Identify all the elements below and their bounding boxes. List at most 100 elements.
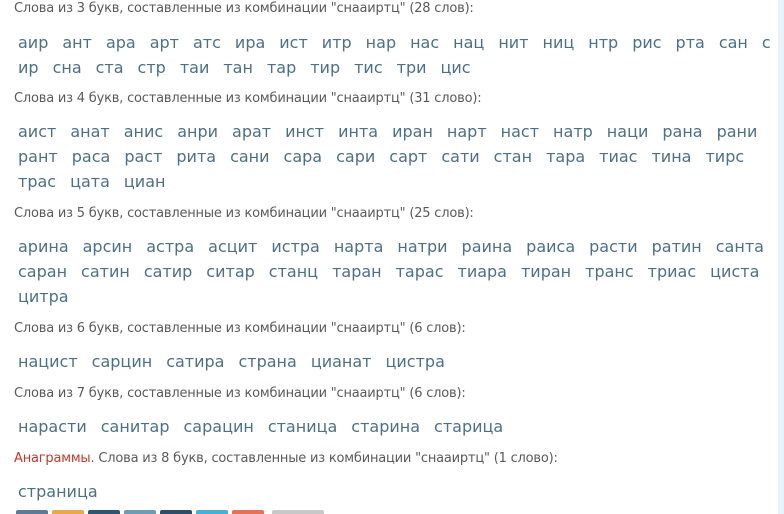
word-link[interactable]: итр <box>319 30 355 55</box>
word-link[interactable]: цата <box>67 169 113 194</box>
word-link[interactable]: транс <box>582 259 637 284</box>
word-link[interactable]: стр <box>135 55 169 80</box>
anagram-link[interactable]: Анаграммы <box>14 451 91 466</box>
word-link[interactable]: иран <box>389 119 436 144</box>
word-link[interactable]: сан <box>716 30 751 55</box>
word-link[interactable]: тиран <box>518 259 574 284</box>
word-link[interactable]: асцит <box>205 234 260 259</box>
word-link[interactable]: ир <box>15 55 42 80</box>
word-link[interactable]: инта <box>335 119 381 144</box>
word-link[interactable]: цитра <box>15 284 72 309</box>
word-link[interactable]: санитар <box>98 414 173 439</box>
word-link[interactable]: анри <box>174 119 221 144</box>
word-link[interactable]: аист <box>15 119 59 144</box>
word-link[interactable]: истра <box>268 234 322 259</box>
word-link[interactable]: ситар <box>203 259 257 284</box>
word-link[interactable]: трас <box>15 169 59 194</box>
share-ok-icon[interactable] <box>52 510 84 514</box>
word-link[interactable]: ратин <box>649 234 705 259</box>
word-link[interactable]: ант <box>59 30 95 55</box>
word-link[interactable]: рант <box>15 144 61 169</box>
word-link[interactable]: рта <box>673 30 708 55</box>
share-telegram-icon[interactable] <box>196 510 228 514</box>
share-vk-icon[interactable] <box>16 510 48 514</box>
word-link[interactable]: ира <box>232 30 268 55</box>
word-link[interactable]: стан <box>491 144 535 169</box>
share-more-icon[interactable] <box>272 510 324 514</box>
word-link[interactable]: цистра <box>383 349 448 374</box>
word-link[interactable]: аир <box>15 30 51 55</box>
word-link[interactable]: инст <box>282 119 327 144</box>
word-link[interactable]: тир <box>307 55 343 80</box>
word-link[interactable]: тарас <box>393 259 447 284</box>
word-link[interactable]: страница <box>15 479 101 504</box>
word-link[interactable]: с <box>759 30 774 55</box>
word-link[interactable]: рана <box>659 119 705 144</box>
word-link[interactable]: нац <box>450 30 487 55</box>
word-link[interactable]: тирс <box>702 144 747 169</box>
word-link[interactable]: натри <box>394 234 450 259</box>
word-link[interactable]: тан <box>220 55 256 80</box>
word-link[interactable]: санта <box>713 234 767 259</box>
word-link[interactable]: арина <box>15 234 72 259</box>
word-link[interactable]: арат <box>229 119 274 144</box>
word-link[interactable]: раса <box>69 144 114 169</box>
word-link[interactable]: сарцин <box>89 349 156 374</box>
word-link[interactable]: ста <box>93 55 127 80</box>
word-link[interactable]: наци <box>604 119 652 144</box>
word-link[interactable]: ниц <box>540 30 578 55</box>
share-facebook-icon[interactable] <box>88 510 120 514</box>
word-link[interactable]: рани <box>714 119 761 144</box>
word-link[interactable]: тар <box>264 55 299 80</box>
word-link[interactable]: страна <box>235 349 299 374</box>
word-link[interactable]: арт <box>147 30 182 55</box>
word-link[interactable]: таран <box>329 259 385 284</box>
word-link[interactable]: сна <box>50 55 85 80</box>
word-link[interactable]: раст <box>121 144 165 169</box>
word-link[interactable]: сатин <box>78 259 133 284</box>
word-link[interactable]: сарт <box>386 144 430 169</box>
word-link[interactable]: нит <box>495 30 531 55</box>
word-link[interactable]: расти <box>586 234 640 259</box>
word-link[interactable]: цис <box>438 55 474 80</box>
word-link[interactable]: тина <box>648 144 694 169</box>
word-link[interactable]: раиса <box>523 234 578 259</box>
word-link[interactable]: тара <box>543 144 588 169</box>
word-link[interactable]: нтр <box>585 30 621 55</box>
word-link[interactable]: сани <box>227 144 272 169</box>
word-link[interactable]: нацист <box>15 349 81 374</box>
word-link[interactable]: станица <box>265 414 340 439</box>
word-link[interactable]: ист <box>276 30 311 55</box>
word-link[interactable]: анис <box>121 119 166 144</box>
share-mailru-icon[interactable] <box>160 510 192 514</box>
word-link[interactable]: циан <box>121 169 169 194</box>
word-link[interactable]: наст <box>498 119 542 144</box>
word-link[interactable]: циста <box>707 259 762 284</box>
word-link[interactable]: сари <box>333 144 378 169</box>
word-link[interactable]: натр <box>550 119 596 144</box>
word-link[interactable]: ара <box>103 30 139 55</box>
word-link[interactable]: арсин <box>80 234 136 259</box>
word-link[interactable]: сатир <box>141 259 195 284</box>
word-link[interactable]: старина <box>348 414 423 439</box>
word-link[interactable]: старица <box>431 414 506 439</box>
word-link[interactable]: триас <box>645 259 699 284</box>
word-link[interactable]: нас <box>407 30 442 55</box>
word-link[interactable]: сарацин <box>181 414 257 439</box>
word-link[interactable]: сати <box>438 144 482 169</box>
word-link[interactable]: нарасти <box>15 414 90 439</box>
word-link[interactable]: анат <box>67 119 112 144</box>
word-link[interactable]: рита <box>173 144 219 169</box>
word-link[interactable]: цианат <box>308 349 375 374</box>
word-link[interactable]: тиара <box>455 259 510 284</box>
word-link[interactable]: нар <box>363 30 399 55</box>
word-link[interactable]: таи <box>177 55 213 80</box>
word-link[interactable]: рис <box>629 30 664 55</box>
word-link[interactable]: три <box>394 55 430 80</box>
word-link[interactable]: станц <box>266 259 321 284</box>
word-link[interactable]: астра <box>143 234 197 259</box>
word-link[interactable]: атс <box>190 30 224 55</box>
word-link[interactable]: нарта <box>331 234 387 259</box>
word-link[interactable]: раина <box>459 234 516 259</box>
word-link[interactable]: тис <box>351 55 386 80</box>
